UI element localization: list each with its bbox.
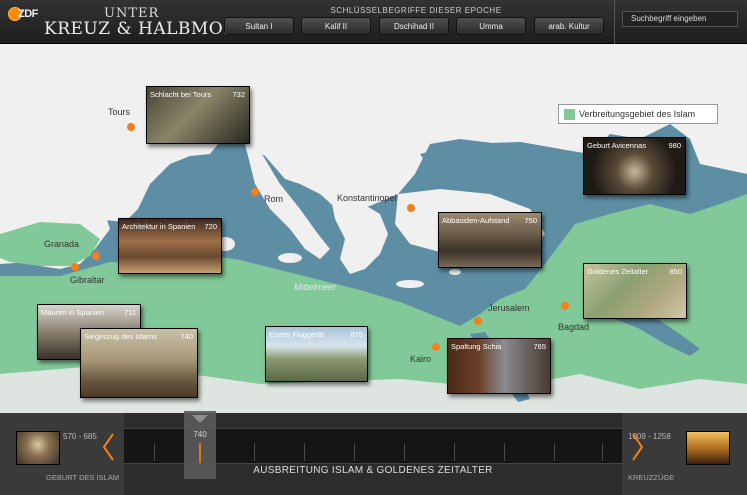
event-title: Goldenes Zeitalter <box>587 267 649 276</box>
event-title: Architektur in Spanien <box>122 222 196 231</box>
timeline-current-year: 740 <box>193 430 207 439</box>
epoch-title: AUSBREITUNG ISLAM & GOLDENES ZEITALTER <box>253 465 493 476</box>
timeline-tick <box>354 443 355 461</box>
keyword-button-sultan[interactable]: Sultan I <box>224 17 294 35</box>
keyword-button-kalif[interactable]: Kalif II <box>301 17 371 35</box>
previous-epoch-thumbnail <box>16 431 60 465</box>
timeline-tick <box>404 443 405 461</box>
keyword-button-umma[interactable]: Umma <box>456 17 526 35</box>
city-label-gibraltar: Gibraltar <box>70 275 105 285</box>
city-marker-tours[interactable] <box>127 123 135 131</box>
event-card-spaltung-schia[interactable]: Spaltung Schia 765 <box>447 338 551 394</box>
city-marker-jerusalem[interactable] <box>474 317 482 325</box>
event-card-erstes-fluggeraet[interactable]: Erstes Fluggerät 875 <box>265 326 368 382</box>
city-label-bagdad: Bagdad <box>558 322 590 332</box>
event-title: Abbasiden-Aufstand <box>442 216 510 225</box>
timeline-tick <box>454 443 455 461</box>
event-card-abbasiden-aufstand[interactable]: Abbasiden-Aufstand 750 <box>438 212 542 268</box>
event-card-siegeszug-des-islams[interactable]: Siegeszug des Islams 740 <box>80 328 198 398</box>
event-year: 740 <box>180 332 193 341</box>
event-year: 732 <box>232 90 245 99</box>
city-marker-gibraltar[interactable] <box>71 263 79 271</box>
header-divider <box>614 0 615 44</box>
city-label-granada: Granada <box>44 239 80 249</box>
next-epoch-panel[interactable]: 1009 - 1258 KREUZZÜGE <box>622 413 747 495</box>
event-title: Siegeszug des Islams <box>84 332 157 341</box>
city-marker-konstantinopel[interactable] <box>407 204 415 212</box>
zdf-logo-text: ZDF <box>18 8 38 20</box>
show-title-line2: KREUZ & HALBMOND <box>44 19 253 39</box>
keyword-button-arab-kultur[interactable]: arab. Kultur <box>534 17 604 35</box>
event-card-architektur-in-spanien[interactable]: Architektur in Spanien 720 <box>118 218 222 274</box>
event-year: 750 <box>524 216 537 225</box>
triangle-down-icon <box>192 415 208 423</box>
city-label-tours: Tours <box>108 107 131 117</box>
chevron-left-icon[interactable] <box>102 433 114 461</box>
event-year: 850 <box>669 267 682 276</box>
keywords-caption: SCHLÜSSELBEGRIFFE DIESER EPOCHE <box>330 6 502 15</box>
next-epoch-label: KREUZZÜGE <box>628 473 675 482</box>
map[interactable]: Verbreitungsgebiet des Islam Mittelmeer … <box>0 44 747 413</box>
city-label-konstantinopel: Konstantinopel <box>337 193 397 203</box>
next-epoch-thumbnail <box>686 431 730 465</box>
event-title: Schlacht bei Tours <box>150 90 212 99</box>
city-marker-kairo[interactable] <box>432 343 440 351</box>
event-title: Mauren in Spanien <box>41 308 104 317</box>
timeline-position-marker <box>199 443 201 463</box>
city-marker-granada[interactable] <box>92 252 100 260</box>
timeline-tick <box>154 443 155 461</box>
timeline-tick <box>254 443 255 461</box>
timeline-tick <box>554 443 555 461</box>
event-title: Erstes Fluggerät <box>269 330 325 339</box>
event-year: 765 <box>533 342 546 351</box>
city-label-rom: Rom <box>264 194 284 204</box>
city-marker-bagdad[interactable] <box>561 302 569 310</box>
timeline-tick <box>602 443 603 461</box>
chevron-right-icon[interactable] <box>632 433 644 461</box>
legend-swatch <box>564 109 575 120</box>
previous-epoch-range: 570 - 685 <box>63 432 97 441</box>
event-year: 980 <box>668 141 681 150</box>
city-marker-rom[interactable] <box>251 188 259 196</box>
event-card-goldenes-zeitalter[interactable]: Goldenes Zeitalter 850 <box>583 263 687 319</box>
event-year: 720 <box>204 222 217 231</box>
timeline-tick <box>504 443 505 461</box>
header: ZDF UNTER KREUZ & HALBMOND SCHLÜSSELBEGR… <box>0 0 747 44</box>
event-card-schlacht-bei-tours[interactable]: Schlacht bei Tours 732 <box>146 86 250 144</box>
map-legend: Verbreitungsgebiet des Islam <box>558 104 718 124</box>
city-label-jerusalem: Jerusalem <box>488 303 530 313</box>
zdf-logo[interactable]: ZDF <box>8 6 38 22</box>
event-card-geburt-avicennas[interactable]: Geburt Avicennas 980 <box>583 137 686 195</box>
event-year: 711 <box>124 308 136 317</box>
previous-epoch-label: GEBURT DES ISLAM <box>46 473 120 482</box>
previous-epoch-panel[interactable]: 570 - 685 GEBURT DES ISLAM <box>0 413 124 495</box>
event-year: 875 <box>350 330 363 339</box>
event-title: Geburt Avicennas <box>587 141 647 150</box>
timeline-tick <box>304 443 305 461</box>
search-input[interactable]: Suchbegriff eingeben <box>622 11 738 27</box>
keyword-button-dschihad[interactable]: Dschihad II <box>379 17 449 35</box>
timeline: 570 - 685 GEBURT DES ISLAM 740 AUSBREITU… <box>0 411 747 495</box>
sea-label: Mittelmeer <box>294 282 337 292</box>
legend-label: Verbreitungsgebiet des Islam <box>579 109 696 119</box>
event-title: Spaltung Schia <box>451 342 502 351</box>
city-label-kairo: Kairo <box>410 354 432 364</box>
